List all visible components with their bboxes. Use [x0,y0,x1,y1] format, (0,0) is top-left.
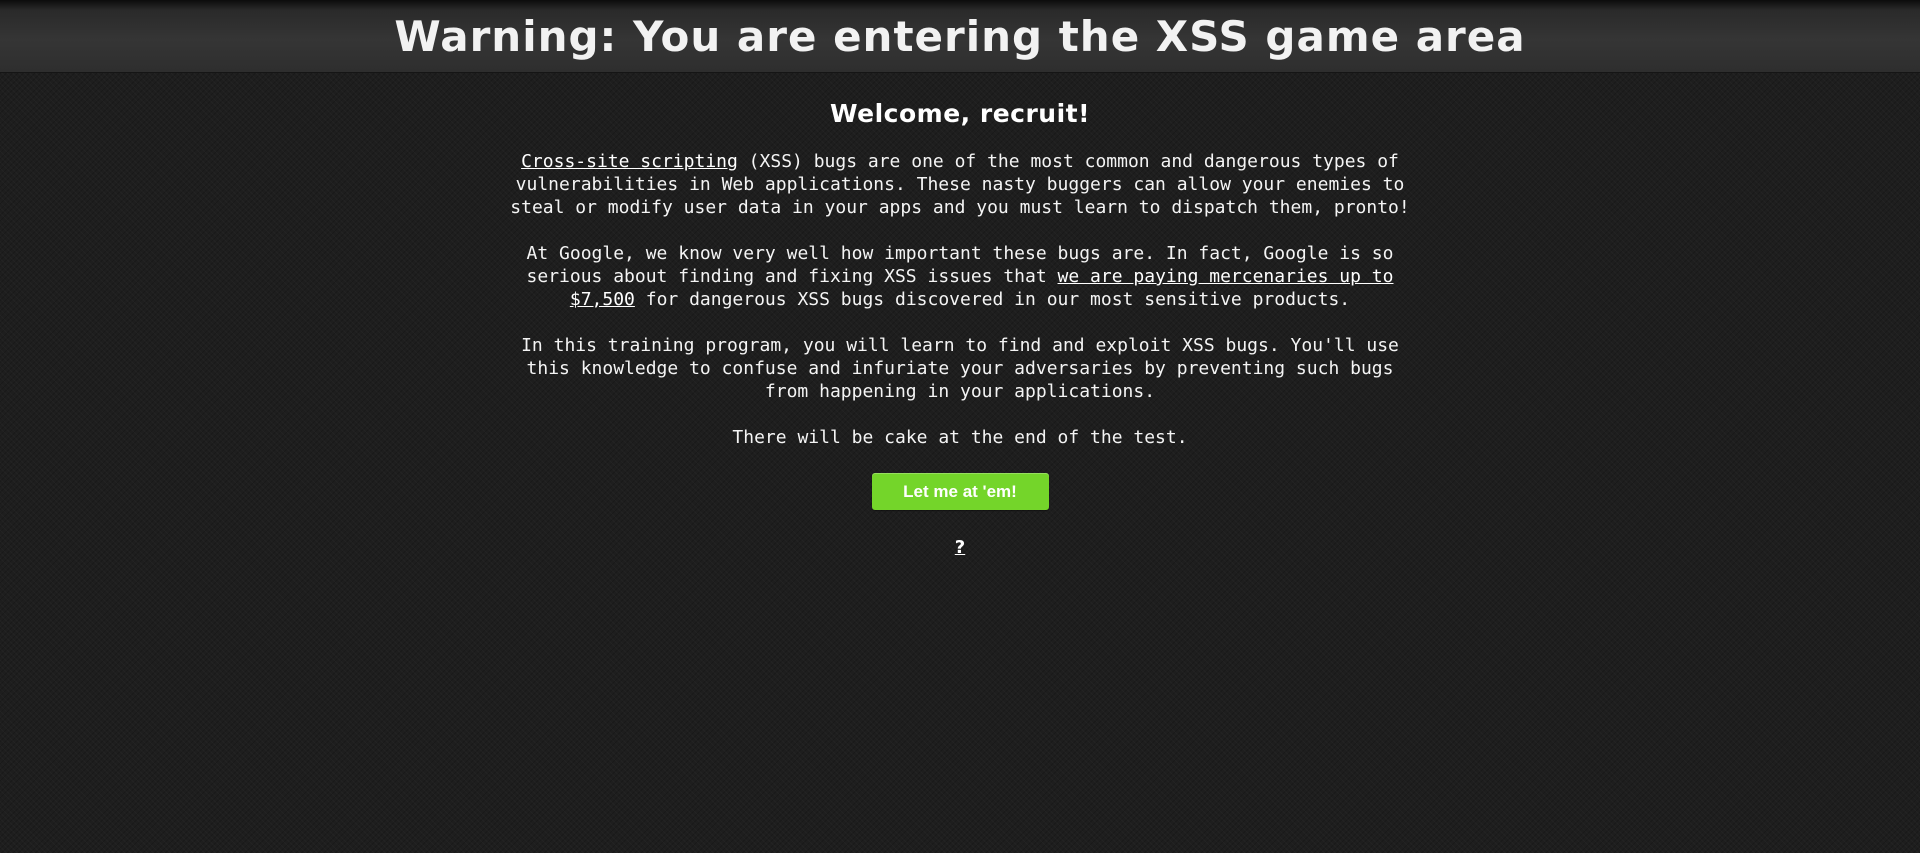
header-bar: Warning: You are entering the XSS game a… [0,0,1920,73]
xss-wiki-link[interactable]: Cross-site scripting [521,151,738,172]
start-game-button[interactable]: Let me at 'em! [871,473,1049,510]
intro-paragraph: Cross-site scripting (XSS) bugs are one … [510,150,1410,219]
welcome-heading: Welcome, recruit! [829,99,1091,128]
main-content: Welcome, recruit! Cross-site scripting (… [510,96,1410,558]
cake-paragraph: There will be cake at the end of the tes… [732,427,1188,448]
google-text-after: for dangerous XSS bugs discovered in our… [634,289,1351,310]
training-paragraph: In this training program, you will learn… [521,335,1399,402]
google-paragraph: At Google, we know very well how importa… [510,242,1410,311]
help-link[interactable]: ? [955,537,965,558]
page-title: Warning: You are entering the XSS game a… [394,12,1526,61]
